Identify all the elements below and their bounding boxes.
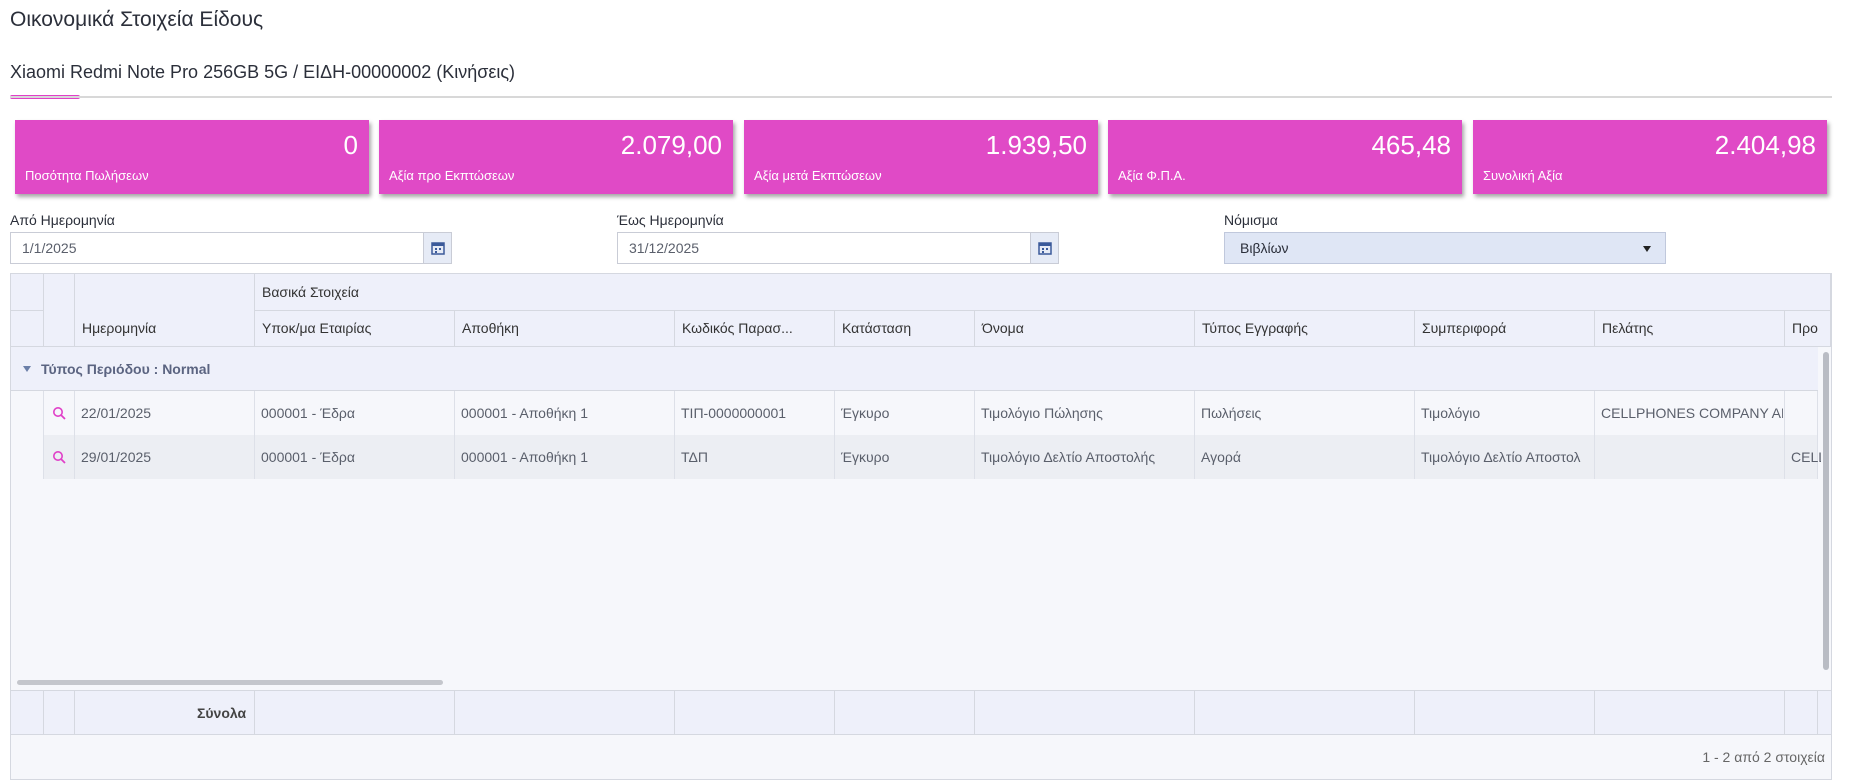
vertical-scrollbar[interactable]	[1823, 352, 1829, 670]
card-value: 2.404,98	[1714, 130, 1816, 160]
totals-cell	[1785, 691, 1818, 735]
cell-name: Τιμολόγιο Πώλησης	[975, 391, 1195, 435]
totals-spacer	[11, 691, 44, 735]
card-label: Ποσότητα Πωλήσεων	[25, 168, 149, 183]
col-group-basic: Βασικά Στοιχεία	[255, 274, 1831, 311]
currency-select[interactable]: Βιβλίων	[1224, 232, 1666, 264]
card-value: 2.079,00	[620, 130, 722, 160]
calendar-icon[interactable]	[423, 233, 451, 263]
header-spacer	[11, 274, 44, 311]
cell-status: Έγκυρο	[835, 435, 975, 479]
cell-customer: CELLPHONES COMPANY AE	[1595, 391, 1785, 435]
tab-divider	[10, 96, 1832, 98]
totals-spacer	[44, 691, 75, 735]
totals-cell	[675, 691, 835, 735]
to-date-label: Έως Ημερομηνία	[617, 212, 724, 228]
cell-warehouse: 000001 - Αποθήκη 1	[455, 391, 675, 435]
cell-behavior: Τιμολόγιο Δελτίο Αποστολ	[1415, 435, 1595, 479]
summary-cards: 0 Ποσότητα Πωλήσεων 2.079,00 Αξία προ Εκ…	[15, 120, 1830, 194]
card-label: Αξία Φ.Π.Α.	[1118, 168, 1186, 183]
tab-title[interactable]: Xiaomi Redmi Note Pro 256GB 5G / ΕΙΔΗ-00…	[10, 62, 515, 83]
card-value: 0	[343, 130, 358, 160]
totals-cell	[255, 691, 455, 735]
totals-label-cell: Σύνολα	[75, 691, 255, 735]
from-date-field[interactable]: 1/1/2025	[10, 232, 452, 264]
cell-supplier: CELL	[1785, 435, 1821, 479]
card-sales-quantity: 0 Ποσότητα Πωλήσεων	[15, 120, 369, 194]
search-icon[interactable]	[44, 435, 75, 479]
totals-cell	[1595, 691, 1785, 735]
card-vat-value: 465,48 Αξία Φ.Π.Α.	[1108, 120, 1462, 194]
group-row-label: Τύπος Περιόδου : Normal	[41, 361, 211, 377]
group-row[interactable]: Τύπος Περιόδου : Normal	[11, 347, 1818, 391]
cell-supplier	[1785, 391, 1818, 435]
horizontal-scrollbar[interactable]	[17, 680, 443, 685]
totals-cell	[1195, 691, 1415, 735]
card-value-before-discount: 2.079,00 Αξία προ Εκπτώσεων	[379, 120, 733, 194]
col-header-status[interactable]: Κατάσταση	[835, 310, 975, 347]
col-header-doc-code[interactable]: Κωδικός Παρασ...	[675, 310, 835, 347]
card-value-after-discount: 1.939,50 Αξία μετά Εκπτώσεων	[744, 120, 1098, 194]
cell-status: Έγκυρο	[835, 391, 975, 435]
col-header-date[interactable]: Ημερομηνία	[75, 274, 255, 347]
from-date-label: Από Ημερομηνία	[10, 212, 115, 228]
table-row[interactable]: 29/01/2025 000001 - Έδρα 000001 - Αποθήκ…	[11, 435, 1821, 479]
header-spacer	[11, 310, 44, 347]
table-row[interactable]: 22/01/2025 000001 - Έδρα 000001 - Αποθήκ…	[11, 391, 1818, 435]
page-title: Οικονομικά Στοιχεία Είδους	[10, 8, 264, 31]
cell-entry-type: Πωλήσεις	[1195, 391, 1415, 435]
totals-cell	[455, 691, 675, 735]
card-label: Αξία προ Εκπτώσεων	[389, 168, 515, 183]
calendar-icon[interactable]	[1030, 233, 1058, 263]
movements-grid: Ημερομηνία Βασικά Στοιχεία Υποκ/μα Εταιρ…	[10, 273, 1832, 780]
grid-header: Ημερομηνία Βασικά Στοιχεία Υποκ/μα Εταιρ…	[11, 274, 1831, 347]
cell-warehouse: 000001 - Αποθήκη 1	[455, 435, 675, 479]
cell-behavior: Τιμολόγιο	[1415, 391, 1595, 435]
cell-company: 000001 - Έδρα	[255, 435, 455, 479]
col-header-behavior[interactable]: Συμπεριφορά	[1415, 310, 1595, 347]
cell-date: 29/01/2025	[75, 435, 255, 479]
cell-entry-type: Αγορά	[1195, 435, 1415, 479]
cell-date: 22/01/2025	[75, 391, 255, 435]
card-label: Αξία μετά Εκπτώσεων	[754, 168, 882, 183]
to-date-value: 31/12/2025	[629, 240, 700, 256]
pager-info: 1 - 2 από 2 στοιχεία	[1702, 749, 1825, 765]
cell-company: 000001 - Έδρα	[255, 391, 455, 435]
col-header-supplier[interactable]: Προ	[1785, 310, 1831, 347]
header-action-col	[44, 274, 75, 347]
col-header-customer[interactable]: Πελάτης	[1595, 310, 1785, 347]
currency-value: Βιβλίων	[1240, 240, 1289, 256]
col-header-warehouse[interactable]: Αποθήκη	[455, 310, 675, 347]
cell-name: Τιμολόγιο Δελτίο Αποστολής	[975, 435, 1195, 479]
to-date-field[interactable]: 31/12/2025	[617, 232, 1059, 264]
cell-doc-code: ΤΙΠ-0000000001	[675, 391, 835, 435]
totals-row: Σύνολα	[11, 690, 1831, 735]
chevron-down-icon[interactable]	[23, 366, 31, 372]
chevron-down-icon	[1643, 246, 1651, 252]
row-spacer	[11, 391, 44, 435]
totals-label: Σύνολα	[197, 705, 247, 721]
row-spacer	[11, 435, 44, 479]
cell-doc-code: ΤΔΠ	[675, 435, 835, 479]
col-header-name[interactable]: Όνομα	[975, 310, 1195, 347]
card-label: Συνολική Αξία	[1483, 168, 1563, 183]
totals-cell	[1415, 691, 1595, 735]
col-header-entry-type[interactable]: Τύπος Εγγραφής	[1195, 310, 1415, 347]
currency-label: Νόμισμα	[1224, 212, 1278, 228]
col-header-company[interactable]: Υποκ/μα Εταιρίας	[255, 310, 455, 347]
from-date-value: 1/1/2025	[22, 240, 77, 256]
card-value: 1.939,50	[985, 130, 1087, 160]
card-total-value: 2.404,98 Συνολική Αξία	[1473, 120, 1827, 194]
totals-cell	[835, 691, 975, 735]
search-icon[interactable]	[44, 391, 75, 435]
card-value: 465,48	[1371, 130, 1451, 160]
cell-customer	[1595, 435, 1785, 479]
totals-cell	[975, 691, 1195, 735]
